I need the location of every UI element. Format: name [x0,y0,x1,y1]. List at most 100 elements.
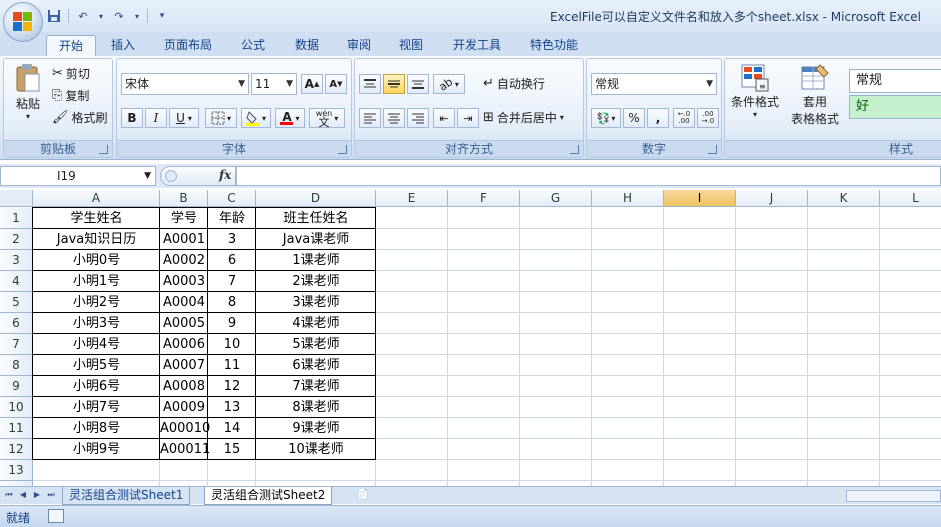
row-header-8[interactable]: 8 [0,355,33,376]
tab-developer[interactable]: 开发工具 [444,35,510,56]
column-header-h[interactable]: H [592,190,664,207]
tab-insert[interactable]: 插入 [100,35,146,56]
font-size-select[interactable]: 11 ▼ [251,73,297,95]
select-all-corner[interactable] [0,190,33,207]
tab-page-layout[interactable]: 页面布局 [154,35,222,56]
bold-button[interactable]: B [121,108,143,128]
office-button[interactable] [3,2,43,42]
column-header-i[interactable]: I [664,190,736,207]
table-cell[interactable]: A0002 [160,250,208,271]
table-cell[interactable]: 小明4号 [33,334,160,355]
table-cell[interactable]: 14 [208,418,256,439]
alignment-dialog-launcher[interactable] [570,145,579,154]
table-cell[interactable]: 小明1号 [33,271,160,292]
table-cell[interactable]: A0007 [160,355,208,376]
row-header-13[interactable]: 13 [0,460,33,481]
sheet-tab-2[interactable]: 灵活组合测试Sheet2 [204,487,333,505]
table-cell[interactable]: 9课老师 [256,418,376,439]
last-sheet-icon[interactable]: ⏭ [46,489,56,501]
number-format-select[interactable]: 常规 ▼ [591,73,717,95]
column-header-c[interactable]: C [208,190,256,207]
table-cell[interactable]: A0001 [160,229,208,250]
row-header-1[interactable]: 1 [0,208,33,229]
orientation-button[interactable]: ab ▾ [433,74,465,94]
table-cell[interactable]: Java课老师 [256,229,376,250]
style-normal[interactable]: 常规 [849,69,941,93]
increase-decimal-button[interactable]: ←.0.00 [673,108,695,128]
table-header-cell[interactable]: 学号 [160,208,208,229]
merge-center-button[interactable]: ⊞ 合并后居中 ▾ [483,109,564,126]
column-header-k[interactable]: K [808,190,880,207]
align-bottom-button[interactable] [407,74,429,94]
prev-sheet-icon[interactable]: ◀ [18,489,28,501]
table-cell[interactable]: A00011 [160,439,210,460]
wrap-text-button[interactable]: ↵ 自动换行 [483,75,545,92]
table-cell[interactable]: 3课老师 [256,292,376,313]
next-sheet-icon[interactable]: ▶ [32,489,42,501]
row-header-9[interactable]: 9 [0,376,33,397]
grow-font-button[interactable]: A ▲ [301,74,323,94]
paste-button[interactable]: 粘贴 ▾ [10,63,46,121]
redo-icon[interactable]: ↷ [111,8,127,24]
table-cell[interactable]: 8课老师 [256,397,376,418]
align-top-button[interactable] [359,74,381,94]
row-header-6[interactable]: 6 [0,313,33,334]
table-cell[interactable]: 10课老师 [256,439,376,460]
column-header-d[interactable]: D [256,190,376,207]
table-cell[interactable]: A0005 [160,313,208,334]
percent-button[interactable]: % [623,108,645,128]
align-left-button[interactable] [359,108,381,128]
font-dialog-launcher[interactable] [338,145,347,154]
style-good[interactable]: 好 [849,95,941,119]
row-header-3[interactable]: 3 [0,250,33,271]
column-header-b[interactable]: B [160,190,208,207]
fill-color-button[interactable]: ▾ [241,108,271,128]
table-cell[interactable]: 小明0号 [33,250,160,271]
format-as-table-button[interactable]: 套用 表格格式 [783,63,847,127]
table-cell[interactable]: 小明7号 [33,397,160,418]
macro-record-icon[interactable] [48,509,64,523]
table-cell[interactable]: Java知识日历 [33,229,160,250]
row-header-5[interactable]: 5 [0,292,33,313]
copy-button[interactable]: ⎘ 复制 [52,87,89,104]
table-cell[interactable]: 6 [208,250,256,271]
cut-button[interactable]: ✂ 剪切 [52,65,90,82]
table-cell[interactable]: 小明5号 [33,355,160,376]
row-header-11[interactable]: 11 [0,418,33,439]
decrease-decimal-button[interactable]: .00 →.0 [697,108,719,128]
table-cell[interactable]: 3 [208,229,256,250]
row-header-4[interactable]: 4 [0,271,33,292]
tab-view[interactable]: 视图 [390,35,432,56]
sheet-tab-1[interactable]: 灵活组合测试Sheet1 [62,487,191,505]
table-cell[interactable]: 12 [208,376,256,397]
redo-dropdown-icon[interactable]: ▾ [133,8,141,24]
paste-dropdown-icon[interactable]: ▾ [26,112,30,121]
table-cell[interactable]: 小明8号 [33,418,160,439]
table-cell[interactable]: A0003 [160,271,208,292]
expand-handle-icon[interactable] [165,170,177,182]
column-header-j[interactable]: J [736,190,808,207]
shrink-font-button[interactable]: A ▼ [325,74,347,94]
currency-button[interactable]: 💱 ▾ [591,108,621,128]
row-header-7[interactable]: 7 [0,334,33,355]
align-middle-button[interactable] [383,74,405,94]
table-cell[interactable]: 11 [208,355,256,376]
undo-dropdown-icon[interactable]: ▾ [97,8,105,24]
number-dialog-launcher[interactable] [708,145,717,154]
conditional-format-button[interactable]: ≡ 条件格式 ▾ [729,63,781,119]
table-cell[interactable]: A0008 [160,376,208,397]
column-header-f[interactable]: F [448,190,520,207]
table-cell[interactable]: 6课老师 [256,355,376,376]
horizontal-scrollbar[interactable] [846,490,941,502]
table-header-cell[interactable]: 年龄 [208,208,256,229]
comma-button[interactable]: , [647,108,669,128]
table-cell[interactable]: 8 [208,292,256,313]
insert-sheet-icon[interactable]: 📄 [354,489,372,501]
underline-button[interactable]: U ▾ [169,108,199,128]
table-cell[interactable]: 15 [208,439,256,460]
row-header-2[interactable]: 2 [0,229,33,250]
table-header-cell[interactable]: 学生姓名 [33,208,160,229]
undo-icon[interactable]: ↶ [75,8,91,24]
align-right-button[interactable] [407,108,429,128]
table-cell[interactable]: 7课老师 [256,376,376,397]
